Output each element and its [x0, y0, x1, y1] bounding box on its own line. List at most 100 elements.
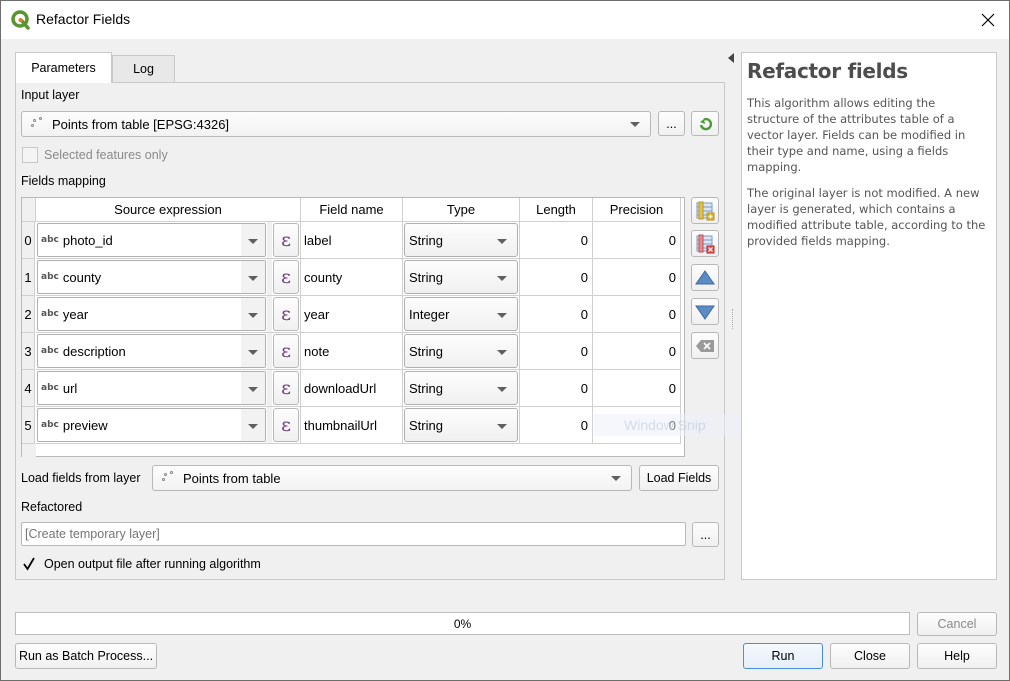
chevron-down-icon — [497, 239, 507, 244]
delete-field-button[interactable] — [691, 230, 719, 257]
column-header-source-expression[interactable]: Source expression — [36, 198, 301, 222]
tab-parameters[interactable]: Parameters — [15, 52, 112, 83]
open-output-checkbox[interactable] — [21, 556, 37, 572]
precision-cell[interactable]: 0 — [593, 370, 681, 407]
input-layer-combo[interactable]: Points from table [EPSG:4326] — [21, 111, 651, 137]
precision-cell[interactable]: 0 — [593, 222, 681, 259]
help-paragraph: This algorithm allows editing the struct… — [747, 96, 966, 174]
precision-cell[interactable]: 0 — [593, 296, 681, 333]
tab-log[interactable]: Log — [112, 55, 175, 82]
field-name-cell[interactable]: downloadUrl — [301, 370, 403, 407]
chevron-down-icon — [611, 476, 621, 481]
run-button[interactable]: Run — [743, 643, 823, 669]
row-index[interactable]: 3 — [22, 333, 35, 370]
source-expression-cell: abc url — [36, 370, 267, 407]
row-index[interactable]: 0 — [22, 222, 35, 259]
input-layer-browse-button[interactable]: ... — [658, 111, 685, 136]
help-title: Refactor fields — [747, 59, 908, 83]
source-expression-combo[interactable]: abc year — [37, 297, 266, 331]
column-header-field-name[interactable]: Field name — [301, 198, 403, 222]
type-combo[interactable]: String — [404, 334, 518, 368]
source-expression-value: photo_id — [62, 232, 113, 248]
source-expression-combo[interactable]: abc description — [37, 334, 266, 368]
add-field-button[interactable] — [691, 197, 719, 224]
help-button[interactable]: Help — [917, 643, 997, 669]
source-dropdown-area[interactable] — [241, 335, 265, 367]
move-down-button[interactable] — [691, 298, 719, 325]
cancel-button[interactable]: Cancel — [917, 612, 997, 636]
expression-builder-button[interactable]: ε — [273, 223, 299, 257]
tab-log-label: Log — [133, 62, 154, 76]
type-combo[interactable]: String — [404, 408, 518, 442]
row-index[interactable]: 1 — [22, 259, 35, 296]
row-index[interactable]: 4 — [22, 370, 35, 407]
length-cell[interactable]: 0 — [520, 370, 593, 407]
expression-builder-button[interactable]: ε — [273, 334, 299, 368]
length-value: 0 — [580, 269, 588, 285]
close-button[interactable]: Close — [830, 643, 910, 669]
source-expression-combo[interactable]: abc url — [37, 371, 266, 405]
column-header-length[interactable]: Length — [520, 198, 593, 222]
selected-features-only-checkbox[interactable] — [22, 147, 38, 163]
source-expression-combo[interactable]: abc photo_id — [37, 223, 266, 257]
help-paragraph: The original layer is not modified. A ne… — [747, 186, 986, 248]
refactored-browse-button[interactable]: ... — [692, 522, 719, 547]
source-dropdown-area[interactable] — [241, 409, 265, 441]
load-fields-layer-combo[interactable]: Points from table — [152, 465, 632, 491]
length-cell[interactable]: 0 — [520, 296, 593, 333]
column-header-precision[interactable]: Precision — [593, 198, 681, 222]
point-layer-icon — [161, 471, 175, 485]
source-dropdown-area[interactable] — [241, 261, 265, 293]
collapse-help-arrow-icon[interactable] — [728, 53, 734, 63]
type-combo[interactable]: String — [404, 223, 518, 257]
refactored-output-input[interactable] — [21, 522, 686, 546]
source-dropdown-area[interactable] — [241, 224, 265, 256]
load-fields-button[interactable]: Load Fields — [639, 465, 719, 491]
input-layer-value: Points from table [EPSG:4326] — [52, 116, 230, 132]
length-cell[interactable]: 0 — [520, 333, 593, 370]
expression-builder-button[interactable]: ε — [273, 297, 299, 331]
source-expression-cell: abc photo_id — [36, 222, 267, 259]
splitter-handle[interactable] — [732, 309, 734, 329]
length-cell[interactable]: 0 — [520, 222, 593, 259]
precision-cell[interactable]: 0 — [593, 333, 681, 370]
type-combo[interactable]: Integer — [404, 297, 518, 331]
reset-button[interactable] — [691, 332, 719, 359]
source-expression-combo[interactable]: abc county — [37, 260, 266, 294]
window-title: Refactor Fields — [36, 11, 131, 27]
checkmark-icon — [23, 557, 35, 571]
backspace-clear-icon — [696, 339, 714, 352]
length-value: 0 — [580, 343, 588, 359]
expression-builder-button[interactable]: ε — [273, 260, 299, 294]
source-expression-cell: abc preview — [36, 407, 267, 444]
length-cell[interactable]: 0 — [520, 407, 593, 444]
source-expression-value: year — [62, 306, 89, 322]
chevron-down-icon — [497, 424, 507, 429]
field-name-cell[interactable]: thumbnailUrl — [301, 407, 403, 444]
field-name-cell[interactable]: note — [301, 333, 403, 370]
field-name-cell[interactable]: year — [301, 296, 403, 333]
row-index[interactable]: 2 — [22, 296, 35, 333]
move-up-button[interactable] — [691, 264, 719, 291]
source-expression-cell: abc county — [36, 259, 267, 296]
type-combo[interactable]: String — [404, 371, 518, 405]
source-expression-combo[interactable]: abc preview — [37, 408, 266, 442]
window-close-button[interactable] — [973, 7, 1003, 33]
string-type-icon: abc — [41, 346, 59, 356]
precision-cell[interactable]: 0 — [593, 259, 681, 296]
source-expression-value: url — [62, 380, 78, 396]
title-bar: Refactor Fields — [1, 1, 1009, 39]
run-batch-button[interactable]: Run as Batch Process... — [15, 643, 157, 669]
source-dropdown-area[interactable] — [241, 298, 265, 330]
row-index[interactable]: 5 — [22, 407, 35, 444]
field-name-cell[interactable]: label — [301, 222, 403, 259]
type-combo[interactable]: String — [404, 260, 518, 294]
iterate-button[interactable] — [691, 111, 719, 136]
length-cell[interactable]: 0 — [520, 259, 593, 296]
source-dropdown-area[interactable] — [241, 372, 265, 404]
close-button-label: Close — [854, 649, 886, 663]
expression-builder-button[interactable]: ε — [273, 371, 299, 405]
field-name-cell[interactable]: county — [301, 259, 403, 296]
column-header-type[interactable]: Type — [403, 198, 520, 222]
expression-builder-button[interactable]: ε — [273, 408, 299, 442]
